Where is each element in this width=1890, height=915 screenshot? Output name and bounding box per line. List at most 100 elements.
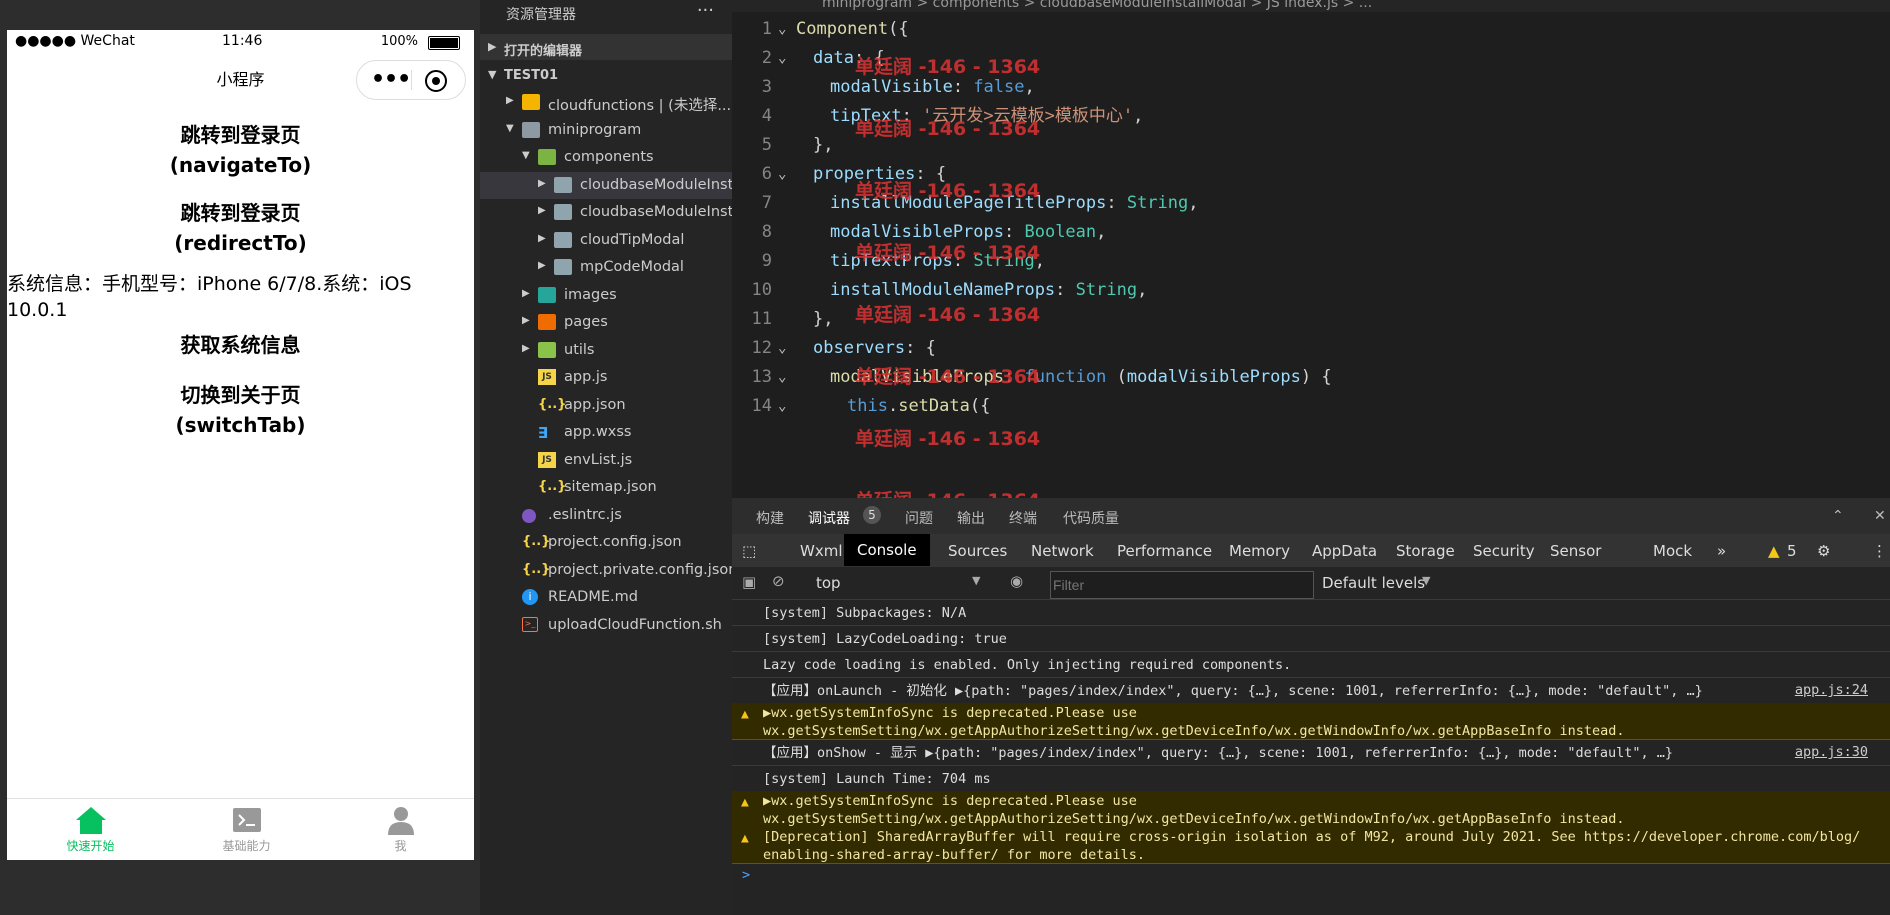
- code-editor[interactable]: miniprogram > components > cloudbaseModu…: [732, 0, 1890, 498]
- devtools-tab-security[interactable]: Security: [1473, 542, 1535, 560]
- tree-item[interactable]: ▶ cloudTipModal: [480, 227, 732, 254]
- tab-me[interactable]: 我: [323, 803, 474, 854]
- json-file-icon: {..}: [522, 561, 551, 577]
- user-icon: [387, 807, 414, 835]
- get-system-info-button[interactable]: 获取系统信息: [7, 330, 474, 360]
- chevron-right-icon: ▶: [538, 232, 546, 244]
- open-editors-section[interactable]: ▶ 打开的编辑器: [480, 34, 732, 60]
- tab-basic-abilities[interactable]: 基础能力: [169, 803, 324, 854]
- devtools-tab-sources[interactable]: Sources: [948, 542, 1007, 560]
- console-text[interactable]: [system] LazyCodeLoading: true: [763, 630, 1007, 648]
- more-dots-icon[interactable]: •••: [371, 67, 411, 92]
- devtools-tab-appdata[interactable]: AppData: [1312, 542, 1377, 560]
- eye-icon[interactable]: ◉: [1010, 572, 1023, 590]
- console-text[interactable]: 【应用】onLaunch - 初始化 ▶{path: "pages/index/…: [763, 682, 1703, 700]
- code-token: ,: [1024, 77, 1035, 97]
- kebab-menu-icon[interactable]: ⋮: [1872, 542, 1887, 560]
- devtools-tab-console[interactable]: Console: [844, 534, 930, 566]
- code-token: ({: [888, 19, 909, 39]
- tab-quick-start[interactable]: 快速开始: [13, 803, 168, 854]
- tree-item[interactable]: ▶ cloudfunctions | (未选择...: [480, 89, 732, 116]
- panel-tab[interactable]: 代码质量: [1063, 508, 1119, 528]
- explorer-header: 资源管理器: [506, 7, 576, 23]
- tree-item[interactable]: ▼ miniprogram: [480, 117, 732, 144]
- tree-item[interactable]: ▶ cloudbaseModuleInst...: [480, 171, 747, 199]
- close-panel-icon[interactable]: ✕: [1874, 508, 1886, 524]
- devtools-tab-mock[interactable]: Mock: [1653, 542, 1692, 560]
- sidebar-toggle-icon[interactable]: ▣: [742, 573, 756, 591]
- tree-item[interactable]: ▼ components: [480, 144, 732, 171]
- console-text[interactable]: ▶wx.getSystemInfoSync is deprecated.Plea…: [763, 704, 1625, 740]
- redirect-to-login-button[interactable]: 跳转到登录页 (redirectTo): [7, 198, 474, 258]
- panel-tab[interactable]: 终端: [1009, 508, 1037, 528]
- fold-chevron-icon[interactable]: ⌄: [778, 389, 786, 424]
- tree-item[interactable]: {..} app.json: [480, 392, 732, 419]
- watermark-text: 单廷阔 -146 - 1364: [855, 304, 1041, 326]
- console-text[interactable]: Lazy code loading is enabled. Only injec…: [763, 656, 1291, 674]
- inspect-element-icon[interactable]: ⬚: [742, 542, 756, 560]
- tree-item[interactable]: JS envList.js: [480, 447, 732, 474]
- code-token: :: [1106, 193, 1127, 213]
- tree-item[interactable]: >_ uploadCloudFunction.sh: [480, 612, 732, 639]
- capsule-menu[interactable]: •••: [356, 60, 466, 100]
- button-line: 切换到关于页: [180, 383, 301, 407]
- console-text[interactable]: [system] Subpackages: N/A: [763, 604, 966, 622]
- tree-item[interactable]: {..} sitemap.json: [480, 474, 732, 501]
- panel-tab[interactable]: 问题: [905, 508, 933, 528]
- code-line[interactable]: 14 ⌄ this.setData({: [732, 389, 1890, 424]
- panel-tab[interactable]: 输出: [957, 508, 985, 528]
- devtools-tab-memory[interactable]: Memory: [1229, 542, 1290, 560]
- devtools-tab-storage[interactable]: Storage: [1396, 542, 1455, 560]
- tree-item[interactable]: ∃ app.wxss: [480, 419, 732, 446]
- tree-item[interactable]: ▶ cloudbaseModuleInst...: [480, 199, 747, 226]
- tree-item[interactable]: .eslintrc.js: [480, 502, 732, 529]
- devtools-tab-performance[interactable]: Performance: [1117, 542, 1212, 560]
- maximize-panel-icon[interactable]: ⌃: [1832, 508, 1844, 524]
- tree-item-label: miniprogram: [548, 121, 642, 138]
- panel-tab[interactable]: 调试器: [808, 508, 850, 528]
- panel-tab[interactable]: 构建: [756, 508, 784, 528]
- tree-item[interactable]: i README.md: [480, 584, 732, 611]
- navigate-to-login-button[interactable]: 跳转到登录页 (navigateTo): [7, 120, 474, 180]
- tree-item[interactable]: {..} project.config.json: [480, 529, 732, 556]
- more-actions-icon[interactable]: ···: [697, 0, 714, 21]
- devtools-tab-network[interactable]: Network: [1031, 542, 1094, 560]
- carrier-label: ●●●●● WeChat: [15, 33, 135, 49]
- source-link[interactable]: app.js:30: [1795, 744, 1868, 760]
- console-output: [system] Subpackages: N/A [system] LazyCo…: [732, 599, 1890, 915]
- button-line: (redirectTo): [174, 231, 307, 255]
- devtools-tab-wxml[interactable]: Wxml: [800, 542, 843, 560]
- switch-to-about-button[interactable]: 切换到关于页 (switchTab): [7, 380, 474, 440]
- warning-count[interactable]: 5: [1787, 542, 1797, 560]
- warning-icon: ▲: [741, 831, 749, 846]
- tree-item[interactable]: ▶ pages: [480, 309, 732, 336]
- console-text[interactable]: [system] Launch Time: 704 ms: [763, 770, 991, 788]
- warning-icon[interactable]: ▲: [1768, 542, 1780, 560]
- console-text[interactable]: 【应用】onShow - 显示 ▶{path: "pages/index/ind…: [763, 744, 1673, 762]
- tree-item[interactable]: ▶ mpCodeModal: [480, 254, 732, 281]
- tree-item[interactable]: ▶ images: [480, 282, 732, 309]
- battery-percent: 100%: [380, 34, 418, 49]
- log-levels-select[interactable]: Default levels: [1322, 574, 1425, 592]
- console-prompt[interactable]: >: [742, 867, 750, 883]
- chevron-down-icon[interactable]: ▼: [972, 574, 980, 587]
- tree-item[interactable]: ▶ utils: [480, 337, 732, 364]
- settings-gear-icon[interactable]: ⚙: [1817, 542, 1830, 560]
- more-tabs-icon[interactable]: »: [1717, 542, 1726, 560]
- source-link[interactable]: app.js:24: [1795, 682, 1868, 698]
- close-target-icon[interactable]: [425, 70, 447, 92]
- folder-open-icon: [522, 121, 540, 138]
- tree-item[interactable]: JS app.js: [480, 364, 732, 391]
- devtools-tab-sensor[interactable]: Sensor: [1550, 542, 1601, 560]
- tree-item[interactable]: {..} project.private.config.json: [480, 557, 737, 584]
- issue-count-badge: 5: [863, 506, 881, 524]
- chevron-down-icon[interactable]: ▼: [1422, 574, 1430, 587]
- filter-input[interactable]: [1050, 571, 1314, 599]
- console-text[interactable]: [Deprecation] SharedArrayBuffer will req…: [763, 828, 1860, 864]
- console-text[interactable]: ▶wx.getSystemInfoSync is deprecated.Plea…: [763, 792, 1625, 828]
- project-section[interactable]: ▼ TEST01: [480, 62, 732, 88]
- breadcrumb[interactable]: miniprogram > components > cloudbaseModu…: [822, 0, 1372, 11]
- tree-item-label: envList.js: [564, 451, 633, 468]
- clear-console-icon[interactable]: ⊘: [772, 572, 785, 590]
- context-select[interactable]: top: [816, 574, 841, 592]
